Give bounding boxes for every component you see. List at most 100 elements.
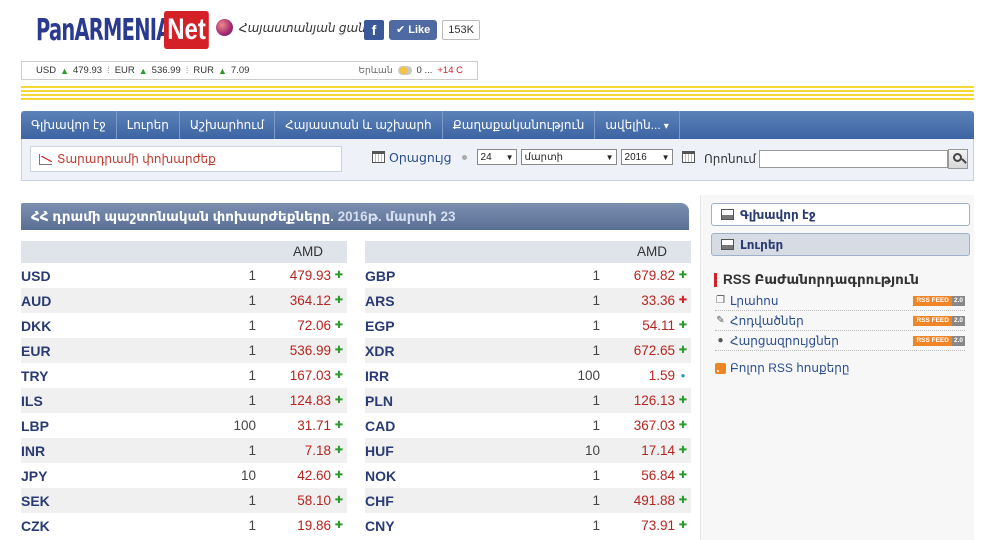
day-select[interactable]: 24 ▼ <box>476 149 517 165</box>
trend-cell: ✚ <box>675 313 691 338</box>
nav-tab-home[interactable]: Գլխավոր էջ <box>21 111 117 139</box>
facebook-icon[interactable]: f <box>364 20 384 40</box>
rate-value: 19.86 <box>297 518 331 533</box>
microphone-icon: ● <box>717 335 724 346</box>
currency-unit: 1 <box>91 338 256 363</box>
calendar-icon[interactable] <box>372 151 385 163</box>
table-row: JPY 10 42.60 ✚ <box>21 463 347 488</box>
rss-item-interviews[interactable]: ● Հարցազրույցներ RSS FEED 2.0 <box>715 331 965 351</box>
arrow-up-icon: ▲ <box>138 65 148 76</box>
facebook-like-button[interactable]: ✔ Like <box>389 20 438 40</box>
currency-code: AUD <box>21 288 91 313</box>
chevron-down-icon: ▼ <box>605 152 614 162</box>
rate-value: 56.84 <box>641 468 675 483</box>
copy-icon: ❐ <box>716 295 725 306</box>
trend-up-icon: ✚ <box>678 420 688 431</box>
currency-unit: 1 <box>592 268 600 284</box>
calendar-picker: Օրացույց 24 ▼ մարտի ▼ 2016 ▼ <box>372 149 695 165</box>
trend-up-icon: ✚ <box>678 395 688 406</box>
month-select[interactable]: մարտի ▼ <box>520 149 617 165</box>
trend-cell: ✚ <box>675 338 691 363</box>
year-select[interactable]: 2016 ▼ <box>620 149 673 165</box>
trend-up-icon: ✚ <box>678 320 688 331</box>
site-logo[interactable]: PanARMENIAN Net <box>36 11 220 49</box>
rss-icon <box>715 362 726 374</box>
rss-badge: RSS FEED 2.0 <box>913 315 965 326</box>
table-row: TRY 1 167.03 ✚ <box>21 363 347 388</box>
rate-value: 54.11 <box>642 318 675 333</box>
currency-code: XDR <box>365 338 435 363</box>
rates-table-right: AMD GBP 1 679.82 ✚ ARS 1 33.36 ✚ EGP 1 54.11 ✚ XDR 1 6… <box>365 241 691 538</box>
globe-icon <box>216 19 233 36</box>
currency-unit: 10 <box>435 438 600 463</box>
currency-unit: 1 <box>435 388 600 413</box>
currency-unit: 1 <box>592 468 600 483</box>
trend-up-icon: ✚ <box>678 520 688 531</box>
all-rss-link[interactable]: Բոլոր RSS հոսքերը <box>715 361 849 375</box>
trend-cell: ✚ <box>331 438 347 463</box>
separator-dot <box>461 154 467 160</box>
column-header: AMD <box>600 241 675 264</box>
trend-cell: ✚ <box>331 513 347 538</box>
table-row: IRR 100 1.59 ● <box>365 363 691 388</box>
rate-value: 1.59 <box>648 368 675 383</box>
site-tagline: Հայաստանյան ցանց <box>216 19 373 36</box>
trend-up-icon: ✚ <box>334 270 344 282</box>
table-row: ARS 1 33.36 ✚ <box>365 288 691 313</box>
search-button[interactable] <box>948 149 968 169</box>
currency-unit: 1 <box>91 488 256 513</box>
weather-temp-high: +14 C <box>437 65 463 76</box>
currency-code: JPY <box>21 467 48 484</box>
nav-tab-world[interactable]: Աշխարհում <box>180 111 276 139</box>
trend-up-icon: ✚ <box>334 370 344 381</box>
currency-code: CNY <box>365 517 395 534</box>
currency-unit: 1 <box>435 488 600 513</box>
sidebar-home-button[interactable]: Գլխավոր էջ <box>711 203 970 226</box>
page-title: ՀՀ դրամի պաշտոնական փոխարժեքները. 2016թ.… <box>21 203 689 230</box>
search-input[interactable] <box>759 150 948 168</box>
search-icon <box>953 153 962 162</box>
trend-cell: ✚ <box>675 263 691 288</box>
chevron-down-icon: ▼ <box>505 152 514 162</box>
weather-temp-now: 0 ... <box>416 65 433 76</box>
currency-code: ILS <box>21 388 91 413</box>
currency-code: SEK <box>21 488 91 513</box>
table-row: CNY 1 73.91 ✚ <box>365 513 691 538</box>
rss-item-articles[interactable]: ✎ Հոդվածներ RSS FEED 2.0 <box>715 311 965 331</box>
rate-value: 124.83 <box>256 388 331 413</box>
currency-code: TRY <box>21 367 49 384</box>
trend-cell: ✚ <box>331 288 347 313</box>
arrow-up-icon: ▲ <box>217 65 227 76</box>
calendar-icon[interactable] <box>681 151 695 163</box>
table-row: CHF 1 491.88 ✚ <box>365 488 691 513</box>
trend-cell: ✚ <box>675 388 691 413</box>
table-row: CZK 1 19.86 ✚ <box>21 513 347 538</box>
trend-same-icon: ● <box>680 371 686 380</box>
currency-code: USD <box>21 267 51 284</box>
trend-cell: ✚ <box>331 313 347 338</box>
currency-unit: 1 <box>91 388 256 413</box>
rss-item-feed[interactable]: ❐ Լրահոս RSS FEED 2.0 <box>715 291 965 311</box>
table-row: LBP 100 31.71 ✚ <box>21 413 347 438</box>
currency-converter-link[interactable]: Տարադրամի փոխարժեք <box>30 146 342 172</box>
nav-tab-politics[interactable]: Քաղաքականություն <box>443 111 596 139</box>
table-row: ILS 1 124.83 ✚ <box>21 388 347 413</box>
rate-value: 126.13 <box>600 388 675 413</box>
rate-value: 72.06 <box>297 318 331 333</box>
trend-cell: ✚ <box>675 488 691 513</box>
trend-cell: ✚ <box>675 438 691 463</box>
partly-cloudy-icon <box>397 66 412 75</box>
currency-code: PLN <box>365 388 435 413</box>
calendar-label[interactable]: Օրացույց <box>389 150 452 165</box>
rates-date: 2016թ. մարտի 23 <box>337 209 456 224</box>
currency-unit: 100 <box>233 418 256 433</box>
trend-cell: ● <box>675 363 691 388</box>
currency-code: DKK <box>21 317 52 334</box>
nav-tab-news[interactable]: Լուրեր <box>117 111 180 139</box>
trend-cell: ✚ <box>675 288 691 313</box>
table-row: INR 1 7.18 ✚ <box>21 438 347 463</box>
nav-tab-armenia-world[interactable]: Հայաստան և աշխարհ <box>275 111 443 139</box>
nav-tab-more[interactable]: ավելին... <box>595 111 680 139</box>
sidebar-news-button[interactable]: Լուրեր <box>711 233 970 256</box>
rss-badge: RSS FEED 2.0 <box>913 335 965 346</box>
